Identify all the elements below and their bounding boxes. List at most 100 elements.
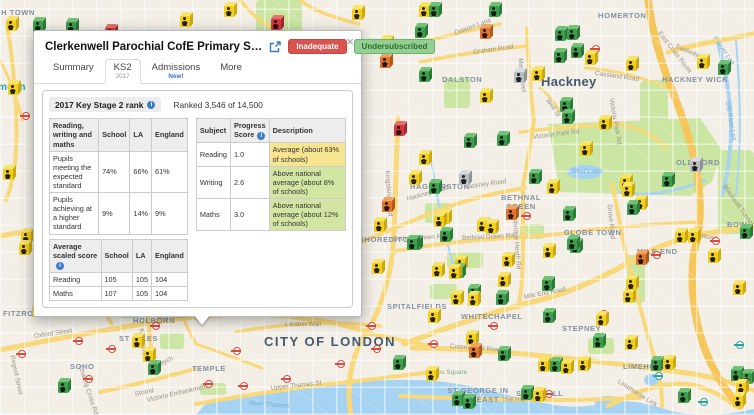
school-marker[interactable] — [393, 359, 403, 370]
school-marker[interactable] — [521, 389, 531, 400]
info-icon[interactable] — [147, 101, 155, 109]
school-marker[interactable] — [415, 27, 425, 38]
school-marker[interactable] — [532, 70, 542, 81]
school-marker[interactable] — [697, 58, 707, 69]
school-marker[interactable] — [506, 209, 516, 220]
school-marker[interactable] — [382, 201, 392, 212]
school-marker[interactable] — [571, 47, 581, 58]
school-marker[interactable] — [626, 60, 636, 71]
school-marker[interactable] — [593, 337, 603, 348]
school-marker[interactable] — [419, 6, 429, 17]
school-marker[interactable] — [690, 161, 700, 172]
school-marker[interactable] — [480, 92, 490, 103]
school-marker[interactable] — [419, 154, 429, 165]
school-marker[interactable] — [489, 6, 499, 17]
school-marker[interactable] — [708, 252, 718, 263]
close-icon[interactable]: × — [344, 33, 356, 50]
school-marker[interactable] — [496, 294, 506, 305]
school-marker[interactable] — [533, 391, 543, 402]
school-marker[interactable] — [224, 6, 234, 17]
school-marker[interactable] — [449, 268, 459, 279]
school-marker[interactable] — [538, 361, 548, 372]
school-marker[interactable] — [596, 315, 606, 326]
school-marker[interactable] — [429, 183, 439, 194]
school-marker[interactable] — [561, 363, 571, 374]
school-marker[interactable] — [440, 231, 450, 242]
school-marker[interactable] — [464, 137, 474, 148]
school-marker[interactable] — [623, 292, 633, 303]
school-marker[interactable] — [733, 284, 743, 295]
school-marker[interactable] — [543, 247, 553, 258]
school-marker[interactable] — [380, 57, 390, 68]
school-marker[interactable] — [468, 295, 478, 306]
school-marker[interactable] — [563, 210, 573, 221]
school-marker[interactable] — [19, 244, 29, 255]
school-marker[interactable] — [180, 16, 190, 27]
school-marker[interactable] — [514, 72, 524, 83]
school-marker[interactable] — [562, 113, 572, 124]
school-marker[interactable] — [636, 254, 646, 265]
school-marker[interactable] — [529, 173, 539, 184]
school-marker[interactable] — [651, 360, 661, 371]
school-marker[interactable] — [554, 52, 564, 63]
school-marker[interactable] — [718, 64, 728, 75]
school-marker[interactable] — [599, 119, 609, 130]
school-marker[interactable] — [498, 350, 508, 361]
tab-admissions[interactable]: AdmissionsNew! — [143, 59, 210, 84]
school-marker[interactable] — [675, 232, 685, 243]
school-marker[interactable] — [627, 204, 637, 215]
school-marker[interactable] — [626, 279, 636, 290]
school-marker[interactable] — [625, 339, 635, 350]
tab-more[interactable]: More — [211, 59, 251, 84]
school-marker[interactable] — [550, 361, 560, 372]
school-marker[interactable] — [426, 370, 436, 381]
school-marker[interactable] — [8, 84, 18, 95]
school-marker[interactable] — [3, 169, 13, 180]
school-marker[interactable] — [498, 276, 508, 287]
school-marker[interactable] — [374, 221, 384, 232]
school-marker[interactable] — [394, 125, 404, 136]
school-marker[interactable] — [502, 256, 512, 267]
school-marker[interactable] — [622, 186, 632, 197]
school-marker[interactable] — [428, 312, 438, 323]
school-marker[interactable] — [407, 239, 417, 250]
school-marker[interactable] — [58, 382, 68, 393]
school-marker[interactable] — [555, 30, 565, 41]
school-marker[interactable] — [148, 364, 158, 375]
info-icon[interactable] — [56, 262, 64, 270]
school-marker[interactable] — [585, 54, 595, 65]
school-marker[interactable] — [662, 176, 672, 187]
map-canvas[interactable]: Euston RoadOxford StreetRegent StreetCha… — [0, 0, 754, 415]
school-marker[interactable] — [372, 263, 382, 274]
school-marker[interactable] — [451, 294, 461, 305]
school-marker[interactable] — [434, 216, 444, 227]
school-marker[interactable] — [733, 396, 743, 407]
school-marker[interactable] — [543, 312, 553, 323]
school-marker[interactable] — [409, 174, 419, 185]
school-marker[interactable] — [480, 28, 490, 39]
school-marker[interactable] — [688, 232, 698, 243]
school-marker[interactable] — [432, 266, 442, 277]
school-marker[interactable] — [740, 228, 750, 239]
school-marker[interactable] — [578, 360, 588, 371]
school-marker[interactable] — [567, 29, 577, 40]
school-marker[interactable] — [429, 6, 439, 17]
school-marker[interactable] — [463, 398, 473, 409]
school-marker[interactable] — [271, 19, 281, 30]
school-marker[interactable] — [132, 337, 142, 348]
school-marker[interactable] — [497, 135, 507, 146]
school-marker[interactable] — [486, 223, 496, 234]
school-marker[interactable] — [6, 20, 16, 31]
school-marker[interactable] — [419, 71, 429, 82]
school-marker[interactable] — [580, 145, 590, 156]
school-marker[interactable] — [547, 183, 557, 194]
school-marker[interactable] — [678, 392, 688, 403]
school-marker[interactable] — [542, 280, 552, 291]
school-marker[interactable] — [459, 174, 469, 185]
tab-summary[interactable]: Summary — [44, 59, 103, 84]
info-icon[interactable] — [257, 132, 265, 140]
school-marker[interactable] — [567, 239, 577, 250]
school-marker[interactable] — [452, 395, 462, 406]
school-marker[interactable] — [469, 347, 479, 358]
school-marker[interactable] — [663, 359, 673, 370]
